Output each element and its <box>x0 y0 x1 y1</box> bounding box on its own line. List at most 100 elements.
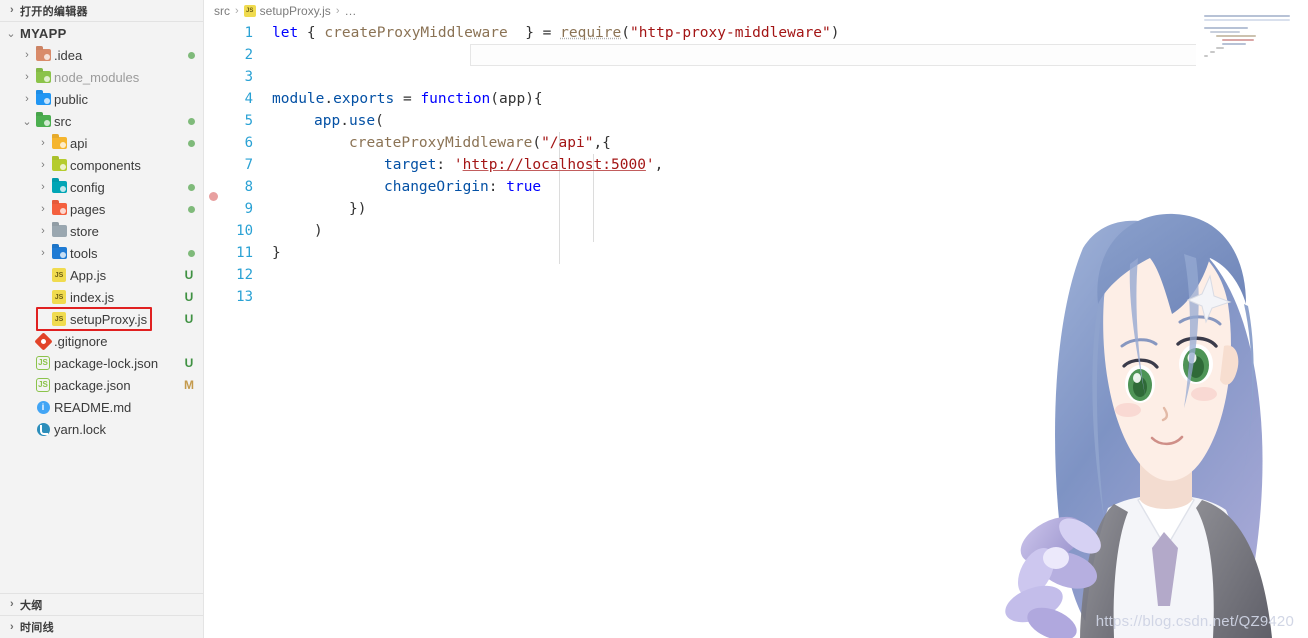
line-text[interactable]: changeOrigin: true <box>262 179 541 195</box>
code-line[interactable]: 1 let { createProxyMiddleware } = requir… <box>204 22 1308 44</box>
npm-json-icon: JS <box>34 356 52 370</box>
tree-item-label: public <box>54 91 88 107</box>
breadcrumb-symbols[interactable]: … <box>344 4 356 18</box>
line-text[interactable]: app.use( <box>262 113 384 129</box>
line-number: 10 <box>236 223 253 239</box>
minimap-line <box>1210 51 1215 53</box>
chevron-down-icon: ⌄ <box>22 115 32 128</box>
line-text[interactable]: }) <box>262 201 366 217</box>
code-line[interactable]: 10 ) <box>204 220 1308 242</box>
tree-item-setupproxy-js[interactable]: JS setupProxy.js U <box>0 307 203 331</box>
folder-change-dot-icon <box>188 250 195 257</box>
token-identifier: createProxyMiddleware <box>324 25 508 41</box>
tree-item-readme-md[interactable]: i README.md <box>0 396 203 418</box>
folder-shape <box>35 49 51 61</box>
token-punct: ,{ <box>593 135 611 151</box>
breadcrumb-folder[interactable]: src <box>214 4 230 18</box>
chevron-right-icon: › <box>25 93 29 105</box>
folder-shape <box>51 159 67 171</box>
code-line[interactable]: 5 app.use( <box>204 110 1308 132</box>
token-keyword-function: function <box>420 91 491 107</box>
tree-item-app-js[interactable]: JS App.js U <box>0 264 203 286</box>
tree-item-package-lock-json[interactable]: JS package-lock.json U <box>0 352 203 374</box>
folder-shape <box>51 137 67 149</box>
token-url-target[interactable]: http://localhost:5000 <box>463 157 646 173</box>
token-exports: exports <box>333 91 395 107</box>
tree-item-pages[interactable]: › pages <box>0 198 203 220</box>
code-line[interactable]: 12 <box>204 264 1308 286</box>
tree-item--idea[interactable]: › .idea <box>0 44 203 66</box>
minimap-line <box>1204 15 1290 17</box>
tree-item-components[interactable]: › components <box>0 154 203 176</box>
code-content[interactable]: 1 let { createProxyMiddleware } = requir… <box>204 22 1308 308</box>
chevron-right-icon: › <box>10 620 14 633</box>
minimap-line <box>1216 47 1224 49</box>
token-app: app <box>314 113 341 129</box>
vscode-window: › 打开的编辑器 ⌄ MYAPP › .idea › node_modules › pub… <box>0 0 1308 638</box>
tree-item-package-json[interactable]: JS package.json M <box>0 374 203 396</box>
tree-item-yarn-lock[interactable]: yarn.lock <box>0 418 203 440</box>
line-text[interactable]: module.exports = function(app){ <box>262 91 543 107</box>
code-line[interactable]: 3 <box>204 66 1308 88</box>
readme-info-icon: i <box>34 400 52 414</box>
tree-item-store[interactable]: › store <box>0 220 203 242</box>
line-number: 6 <box>244 135 253 151</box>
line-text[interactable]: createProxyMiddleware("/api",{ <box>262 135 611 151</box>
line-text[interactable]: } <box>262 245 281 261</box>
folder-shape <box>35 93 51 105</box>
tree-item-config[interactable]: › config <box>0 176 203 198</box>
token-punct: ( <box>621 25 630 41</box>
tree-item-label: api <box>70 135 88 151</box>
code-line[interactable]: 4 module.exports = function(app){ <box>204 88 1308 110</box>
token-punct: ) <box>830 25 840 41</box>
minimap[interactable] <box>1196 0 1308 638</box>
chevron-right-icon: › <box>10 4 14 16</box>
breakpoint-icon[interactable] <box>209 192 218 201</box>
tree-item-public[interactable]: › public <box>0 88 203 110</box>
chevron-right-icon: › <box>41 159 45 171</box>
line-text[interactable]: target: 'http://localhost:5000', <box>262 157 663 173</box>
tree-item-label: tools <box>70 245 98 261</box>
tree-item-label: yarn.lock <box>54 421 107 437</box>
breadcrumb[interactable]: src › JS setupProxy.js › … <box>204 0 1308 22</box>
tree-item-src[interactable]: ⌄ src <box>0 110 203 132</box>
code-line[interactable]: 6 createProxyMiddleware("/api",{ <box>204 132 1308 154</box>
chevron-right-icon: › <box>41 203 45 215</box>
minimap-line <box>1210 31 1240 33</box>
tree-item-api[interactable]: › api <box>0 132 203 154</box>
git-diamond-icon <box>33 331 53 351</box>
tree-item-tools[interactable]: › tools <box>0 242 203 264</box>
token-require: require <box>560 25 622 41</box>
flower-decoration <box>1005 585 1077 638</box>
timeline-section-header[interactable]: › 时间线 <box>0 616 203 638</box>
code-line[interactable]: 11 } <box>204 242 1308 264</box>
minimap-line <box>1204 27 1248 29</box>
tree-item-node-modules[interactable]: › node_modules <box>0 66 203 88</box>
folder-pages-icon <box>50 203 68 215</box>
breadcrumb-file[interactable]: setupProxy.js <box>260 4 331 18</box>
token-operator: = <box>542 25 561 41</box>
outline-section-header[interactable]: › 大纲 <box>0 594 203 616</box>
folder-public-icon <box>34 93 52 105</box>
line-text[interactable]: let { createProxyMiddleware } = require(… <box>262 25 840 41</box>
file-tree: ⌄ MYAPP › .idea › node_modules › public ⌄ src › a… <box>0 22 203 593</box>
open-editors-section-header[interactable]: › 打开的编辑器 <box>0 0 203 22</box>
code-line[interactable]: 2 <box>204 44 1308 66</box>
code-line[interactable]: 8 changeOrigin: true <box>204 176 1308 198</box>
js-badge: JS <box>52 312 66 326</box>
chevron-down-icon: ⌄ <box>6 27 16 40</box>
tree-root-myapp[interactable]: ⌄ MYAPP <box>0 22 203 44</box>
code-line[interactable]: 13 <box>204 286 1308 308</box>
folder-change-dot-icon <box>188 206 195 213</box>
line-text[interactable]: ) <box>262 223 323 239</box>
folder-config-icon <box>50 181 68 193</box>
token-fn-createproxymiddleware: createProxyMiddleware <box>349 135 533 151</box>
code-line[interactable]: 9 }) <box>204 192 1308 220</box>
tree-item-index-js[interactable]: JS index.js U <box>0 286 203 308</box>
token-quote: ' <box>645 157 655 173</box>
outline-label: 大纲 <box>20 599 43 612</box>
line-number: 2 <box>244 47 253 63</box>
code-line[interactable]: 7 target: 'http://localhost:5000', <box>204 154 1308 176</box>
js-file-icon: JS <box>243 5 256 17</box>
tree-item--gitignore[interactable]: .gitignore <box>0 330 203 352</box>
